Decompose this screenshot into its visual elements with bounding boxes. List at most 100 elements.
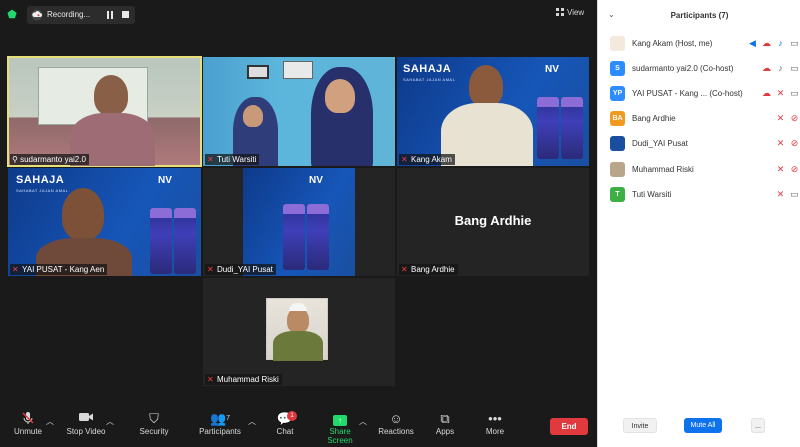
participant-right-face	[325, 79, 355, 113]
participant-name: sudarmanto yai2.0 (Co-host)	[632, 64, 734, 73]
brand-subtitle: SAHABAT JAJAN AMAL	[16, 188, 69, 193]
video-tile-muhammad-riski[interactable]: ✕ Muhammad Riski	[203, 278, 395, 386]
video-tile-bang-ardhie[interactable]: Bang Ardhie ✕ Bang Ardhie	[397, 168, 589, 276]
mic-icon: ♪	[778, 63, 783, 73]
video-camera-icon: ▭	[790, 63, 799, 73]
audio-options-caret-icon[interactable]: ︿	[46, 416, 54, 427]
participants-panel-footer: Invite Mute All ...	[598, 412, 800, 442]
share-options-caret-icon[interactable]: ︿	[359, 416, 367, 427]
recording-icon: ☁	[762, 63, 771, 73]
view-button[interactable]: View	[556, 8, 584, 17]
more-button[interactable]: ••• More	[480, 411, 510, 436]
stop-video-button[interactable]: Stop Video	[62, 411, 110, 436]
participant-face	[62, 188, 104, 240]
pause-recording-icon[interactable]	[107, 11, 115, 19]
recording-icon: ☁	[762, 88, 771, 98]
video-tile-sudarmanto[interactable]: ⚲ sudarmanto yai2.0	[7, 56, 202, 167]
reactions-button[interactable]: ☺ Reactions	[376, 411, 416, 436]
muted-mic-icon: ✕	[776, 88, 785, 98]
avatar: T	[610, 187, 625, 202]
product-jar	[537, 97, 559, 159]
apps-label: Apps	[435, 427, 455, 436]
security-label: Security	[139, 427, 169, 436]
chat-button[interactable]: 💬 1 Chat	[270, 411, 300, 436]
recording-label: Recording...	[47, 10, 91, 19]
participant-face	[94, 75, 128, 115]
apps-button[interactable]: ⧉ Apps	[430, 411, 460, 436]
speaker-icon: ◀	[749, 38, 756, 48]
participant-row[interactable]: Muhammad Riski ✕ ⊘	[598, 160, 800, 182]
participant-row[interactable]: Ssudarmanto yai2.0 (Co-host) ☁ ♪ ▭	[598, 59, 800, 81]
video-tile-yai-pusat[interactable]: SAHAJA SAHABAT JAJAN AMAL NV ✕ YAI PUSAT …	[8, 168, 201, 276]
unmute-button[interactable]: Unmute	[10, 411, 46, 436]
video-camera-icon: ▭	[790, 189, 799, 199]
participant-status-icons: ☁ ♪ ▭	[749, 63, 799, 75]
muted-mic-icon	[10, 411, 46, 427]
tile-name-tag: ✕ Bang Ardhie	[399, 264, 458, 275]
security-shield-icon: ⛉	[149, 411, 159, 426]
more-options-button[interactable]: ...	[751, 418, 765, 433]
participant-name: Dudi_YAI Pusat	[632, 139, 688, 148]
participants-panel: ⌄ Participants (7) Kang Akam (Host, me) ◀…	[597, 0, 800, 447]
view-label: View	[567, 8, 585, 17]
tile-name-tag: ✕ YAI PUSAT - Kang Aen	[10, 264, 108, 275]
share-screen-button[interactable]: ↑ Share Screen	[316, 411, 364, 445]
recording-icon: ☁	[762, 38, 771, 48]
participants-caret-icon[interactable]: ︿	[248, 416, 256, 427]
tile-name: sudarmanto yai2.0	[20, 155, 86, 164]
recording-indicator: Recording...	[27, 6, 135, 24]
muted-mic-icon: ✕	[401, 265, 408, 274]
mic-icon: ♪	[778, 38, 783, 48]
video-tile-kang-akam[interactable]: SAHAJA SAHABAT JAJAN AMAL NV ✕ Kang Akam	[397, 57, 589, 166]
brand-title: SAHAJA	[16, 174, 65, 186]
brand-logo: NV	[545, 64, 559, 75]
wall-frame	[247, 65, 269, 79]
wall-clock	[283, 61, 313, 79]
pin-icon: ⚲	[12, 155, 18, 164]
video-tile-dudi[interactable]: NV ✕ Dudi_YAI Pusat	[203, 168, 395, 276]
more-dots-icon: •••	[488, 411, 502, 426]
participant-status-icons: ✕ ▭	[749, 189, 799, 201]
stop-recording-icon[interactable]	[122, 11, 129, 18]
reactions-label: Reactions	[378, 427, 414, 436]
participant-name: Kang Akam (Host, me)	[632, 39, 713, 48]
participants-button[interactable]: 👥7 Participants	[196, 411, 244, 436]
video-tile-tuti-warsiti[interactable]: ✕ Tuti Warsiti	[203, 57, 395, 166]
brand-logo: NV	[309, 175, 323, 186]
tile-name-tag: ✕ Dudi_YAI Pusat	[205, 264, 276, 275]
avatar: BA	[610, 111, 625, 126]
product-jar	[150, 208, 172, 274]
profile-photo	[266, 298, 328, 361]
participant-row[interactable]: T Tuti Warsiti ✕ ▭	[598, 185, 800, 207]
participant-row[interactable]: Kang Akam (Host, me) ◀ ☁ ♪ ▭	[598, 34, 800, 56]
tile-name-tag: ⚲ sudarmanto yai2.0	[10, 154, 89, 165]
brand-subtitle: SAHABAT JAJAN AMAL	[403, 77, 456, 82]
video-camera-icon: ▭	[790, 38, 799, 48]
end-meeting-button[interactable]: End	[550, 418, 588, 435]
meeting-topbar: ⬟ Recording... View	[0, 0, 597, 30]
participant-status-icons: ✕ ⊘	[749, 138, 799, 150]
invite-button[interactable]: Invite	[623, 418, 657, 433]
tile-name-tag: ✕ Tuti Warsiti	[205, 154, 260, 165]
tile-name-tag: ✕ Muhammad Riski	[205, 374, 282, 385]
cloud-record-icon	[31, 9, 43, 21]
zoom-meeting-window: ⬟ Recording... View ⚲ sudarmanto yai2.0	[0, 0, 800, 447]
participant-name: YAI PUSAT - Kang ... (Co-host)	[632, 89, 743, 98]
mute-all-button[interactable]: Mute All	[684, 418, 722, 433]
tile-name: Dudi_YAI Pusat	[217, 265, 273, 274]
video-off-icon: ⊘	[790, 113, 799, 123]
video-options-caret-icon[interactable]: ︿	[106, 416, 114, 427]
video-gallery: ⬟ Recording... View ⚲ sudarmanto yai2.0	[0, 0, 597, 447]
participant-row[interactable]: YP YAI PUSAT - Kang ... (Co-host) ☁ ✕ ▭	[598, 84, 800, 106]
product-jar	[307, 204, 329, 270]
security-button[interactable]: ⛉ Security	[136, 411, 172, 436]
reactions-icon: ☺	[389, 411, 403, 426]
participants-panel-title: Participants (7)	[670, 11, 729, 20]
muted-mic-icon: ✕	[207, 155, 214, 164]
participant-row[interactable]: Dudi_YAI Pusat ✕ ⊘	[598, 134, 800, 156]
shield-icon[interactable]: ⬟	[6, 9, 18, 22]
participant-name: Bang Ardhie	[632, 114, 676, 123]
participant-row[interactable]: BA Bang Ardhie ✕ ⊘	[598, 109, 800, 131]
tile-name: Kang Akam	[411, 155, 452, 164]
participant-face	[469, 65, 503, 107]
